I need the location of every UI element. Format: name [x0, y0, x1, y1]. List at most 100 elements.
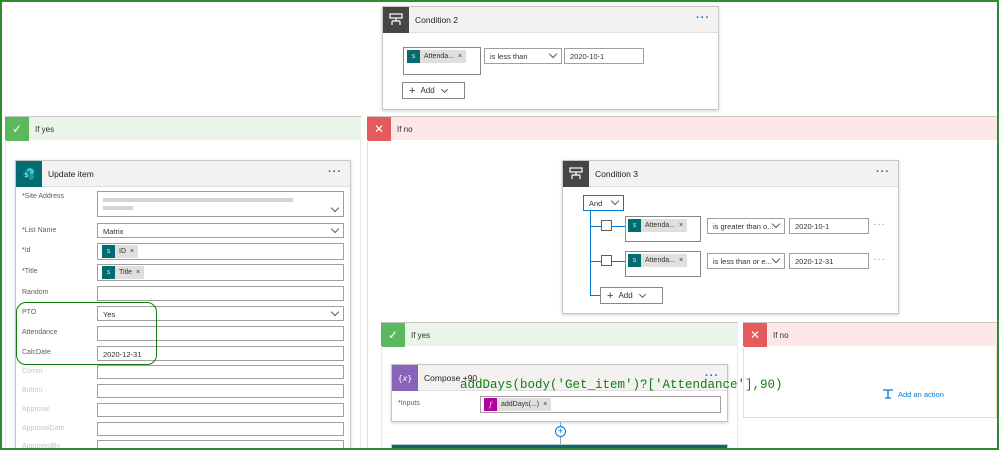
row-2-more-icon[interactable]: ··· — [873, 254, 886, 265]
if-yes-title[interactable]: If yes — [35, 125, 54, 134]
field-input[interactable] — [97, 403, 344, 417]
remove-token-icon[interactable]: × — [679, 257, 683, 264]
value-text: 2020-12-31 — [795, 257, 834, 266]
check-icon: ✓ — [381, 323, 405, 347]
token-label: ID — [119, 248, 126, 255]
condition-icon — [563, 161, 589, 187]
check-icon: ✓ — [5, 117, 29, 141]
row-1-token-field[interactable]: S Attenda... × — [627, 218, 697, 234]
title-input[interactable]: S Title × — [97, 264, 344, 281]
title-token[interactable]: S Title × — [102, 266, 145, 279]
condition-2-add-button[interactable]: + Add — [402, 82, 465, 99]
next-action-card[interactable] — [391, 444, 728, 450]
remove-token-icon[interactable]: × — [679, 222, 683, 229]
value-text: 2020-10-1 — [570, 52, 605, 61]
attendance-token[interactable]: S Attenda... × — [407, 50, 467, 63]
site-address-blurred — [103, 198, 293, 202]
expression-token[interactable]: f addDays(...) × — [484, 398, 552, 411]
inner-if-yes-title[interactable]: If yes — [411, 331, 430, 340]
attendance-input[interactable] — [97, 326, 344, 341]
field-input[interactable] — [97, 440, 344, 450]
add-an-action-link[interactable]: Add an action — [883, 389, 944, 399]
add-label: Add — [420, 86, 435, 95]
condition-2-token-field[interactable]: S Attenda... × — [405, 48, 475, 65]
compose-inputs-label: *Inputs — [398, 400, 420, 407]
field-input[interactable] — [97, 422, 344, 436]
pto-label: PTO — [22, 309, 37, 316]
site-address-input[interactable] — [97, 191, 344, 217]
remove-token-icon[interactable]: × — [136, 269, 140, 276]
row-1-checkbox[interactable] — [601, 220, 612, 231]
add-action-icon — [883, 389, 893, 399]
add-label: Add — [618, 291, 633, 300]
more-options-icon[interactable]: ··· — [876, 166, 890, 178]
insert-step-button[interactable]: + — [555, 426, 566, 437]
chevron-down-icon — [610, 196, 620, 206]
compose-inputs-field[interactable]: f addDays(...) × — [480, 396, 721, 413]
pto-select[interactable]: Yes — [97, 306, 344, 321]
operator-label: is less than or e... — [713, 257, 772, 266]
value-text: 2020-10-1 — [795, 222, 830, 231]
calcdate-label: CalcDate — [22, 349, 51, 356]
plus-icon: + — [409, 84, 416, 97]
row-2-token-field[interactable]: S Attenda... × — [627, 253, 697, 269]
row-1-value-input[interactable]: 2020-10-1 — [789, 218, 869, 234]
more-options-icon[interactable]: ··· — [328, 166, 342, 178]
compose-icon: {x} — [392, 365, 418, 391]
id-token[interactable]: S ID × — [102, 245, 139, 258]
update-item-card: S Update item ··· *Site Address *List Na… — [15, 160, 351, 450]
update-item-header[interactable]: S Update item ··· — [16, 161, 350, 187]
inner-if-yes-branch: ✓ If yes — [381, 322, 738, 347]
operator-label: is greater than o... — [713, 222, 774, 231]
row-2-checkbox[interactable] — [601, 255, 612, 266]
condition-3-title: Condition 3 — [595, 169, 639, 179]
expression-annotation: addDays(body('Get_item')?['Attendance'],… — [460, 378, 783, 392]
attendance-token[interactable]: S Attenda... × — [628, 219, 688, 232]
chevron-down-icon — [330, 224, 340, 234]
attendance-token[interactable]: S Attenda... × — [628, 254, 688, 267]
if-no-branch-right: ✕ If no — [367, 116, 997, 141]
id-input[interactable]: S ID × — [97, 243, 344, 260]
chevron-down-icon — [548, 49, 558, 59]
svg-text:S: S — [25, 172, 29, 179]
row-2-operator-select[interactable]: is less than or e... — [707, 253, 785, 269]
add-action-label: Add an action — [898, 389, 944, 399]
remove-token-icon[interactable]: × — [130, 248, 134, 255]
list-name-select[interactable]: Matrix — [97, 223, 344, 238]
if-no-title[interactable]: If no — [397, 125, 413, 134]
attendance-label: Attendance — [22, 329, 58, 336]
field-label: Approval — [22, 406, 50, 413]
row-2-value-input[interactable]: 2020-12-31 — [789, 253, 869, 269]
list-name-label: *List Name — [22, 227, 57, 234]
chevron-down-icon — [330, 307, 340, 317]
condition-2-operator-select[interactable]: is less than — [484, 48, 562, 64]
group-connector — [590, 211, 591, 295]
field-label: ApprovalDate — [22, 425, 65, 432]
condition-3-add-button[interactable]: + Add — [600, 287, 663, 304]
operator-label: is less than — [490, 52, 528, 61]
condition-3-header[interactable]: Condition 3 ··· — [563, 161, 898, 187]
sharepoint-icon: S — [102, 245, 115, 258]
row-1-more-icon[interactable]: ··· — [873, 219, 886, 230]
row-1-operator-select[interactable]: is greater than o... — [707, 218, 785, 234]
pto-value: Yes — [103, 310, 116, 319]
chevron-down-icon — [638, 290, 646, 298]
random-input[interactable] — [97, 286, 344, 301]
chevron-down-icon — [771, 254, 781, 264]
chevron-down-icon — [440, 85, 448, 93]
site-address-label: *Site Address — [22, 193, 65, 200]
id-label: *Id — [22, 247, 31, 254]
update-item-title: Update item — [48, 169, 94, 179]
field-input[interactable] — [97, 365, 344, 379]
group-operator-select[interactable]: And — [583, 195, 624, 211]
remove-token-icon[interactable]: × — [458, 53, 462, 60]
title-label: *Title — [22, 268, 38, 275]
calcdate-input[interactable]: 2020-12-31 — [97, 346, 344, 361]
condition-2-header[interactable]: Condition 2 ··· — [383, 7, 718, 33]
condition-2-value-input[interactable]: 2020-10-1 — [564, 48, 644, 64]
remove-token-icon[interactable]: × — [543, 401, 547, 408]
field-input[interactable] — [97, 384, 344, 398]
inner-if-no-title[interactable]: If no — [773, 331, 789, 340]
function-icon: f — [484, 398, 497, 411]
more-options-icon[interactable]: ··· — [696, 12, 710, 24]
